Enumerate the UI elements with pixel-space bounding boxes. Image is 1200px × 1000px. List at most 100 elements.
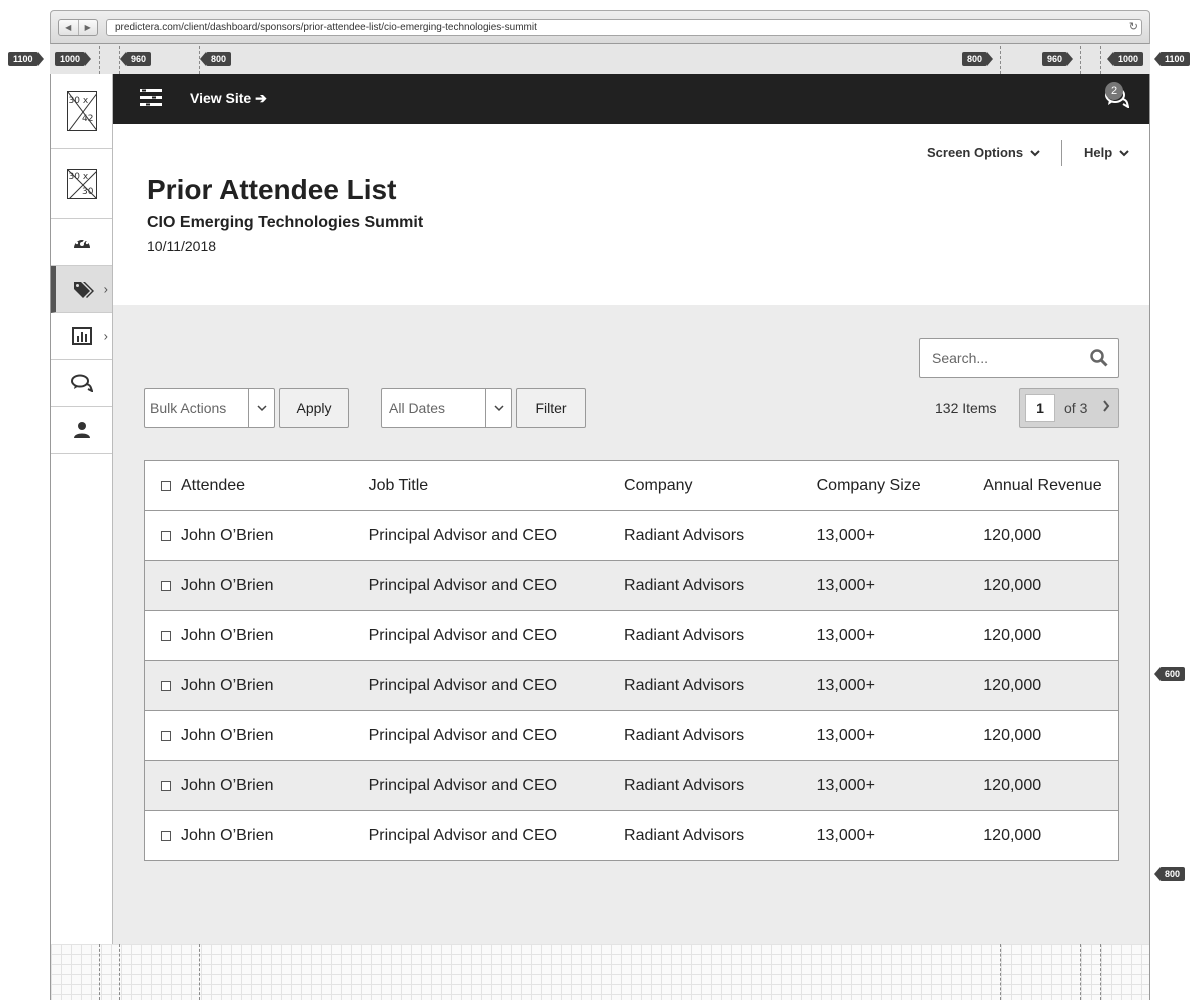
screen-options-dropdown[interactable]: Screen Options [927,145,1040,160]
attendee-name[interactable]: John O’Brien [181,827,274,845]
sidebar-secondary-logo[interactable]: 30 x 30 [51,149,112,219]
annual-revenue-cell: 120,000 [983,776,1042,794]
chevron-right-icon: › [103,328,108,344]
table-row: John O’Brien Principal Advisor and CEO R… [145,811,1118,860]
column-header-attendee[interactable]: Attendee [145,477,369,495]
attendee-name[interactable]: John O’Brien [181,677,274,695]
address-bar[interactable]: predictera.com/client/dashboard/sponsors… [106,19,1142,36]
search-field[interactable] [919,338,1119,378]
row-checkbox[interactable] [161,730,171,741]
breakpoint-tag: 800 [199,52,232,66]
sidebar: 30 x 42 30 x 30 › › [51,74,113,944]
column-header-company[interactable]: Company [624,477,817,495]
annual-revenue-cell: 120,000 [983,676,1042,694]
annual-revenue-cell: 120,000 [983,726,1042,744]
company-size-cell: 13,000+ [816,776,875,794]
breakpoint-line [119,46,120,74]
chevron-down-icon [1119,150,1129,157]
column-header-label: Attendee [181,476,246,494]
breakpoint-tag: 1000 [55,52,92,66]
reload-icon[interactable]: ↻ [1129,20,1138,35]
date-filter-value: All Dates [389,400,446,416]
help-dropdown[interactable]: Help [1084,145,1129,160]
chevron-down-icon [493,405,504,412]
attendee-cell: John O’Brien [145,827,369,845]
sidebar-item-profile[interactable] [51,407,112,454]
breakpoint-tag: 1000 [1106,52,1144,66]
view-site-link[interactable]: View Site ➔ [190,90,267,107]
attendee-name[interactable]: John O’Brien [181,627,274,645]
attendee-name[interactable]: John O’Brien [181,527,274,545]
select-all-checkbox[interactable] [161,480,171,491]
table-row: John O’Brien Principal Advisor and CEO R… [145,661,1118,711]
date-filter-select[interactable]: All Dates [381,388,512,428]
bar-chart-icon [71,327,92,345]
event-date: 10/11/2018 [147,238,217,254]
top-bar: View Site ➔ 2 [113,74,1149,124]
breakpoint-line [1000,944,1001,1000]
annual-revenue-cell: 120,000 [983,576,1042,594]
company-size-cell: 13,000+ [816,676,875,694]
row-checkbox[interactable] [161,530,171,541]
company-cell: Radiant Advisors [624,726,745,744]
table-header-row: Attendee Job Title Company Company Size … [145,461,1118,511]
attendee-table: Attendee Job Title Company Company Size … [144,460,1119,861]
dashboard-gauge-icon [73,236,90,248]
attendee-name[interactable]: John O’Brien [181,777,274,795]
app-window: 30 x 42 30 x 30 › › View Site ➔ 2 Screen… [50,74,1150,944]
row-checkbox[interactable] [161,780,171,791]
filter-button[interactable]: Filter [516,388,586,428]
event-name: CIO Emerging Technologies Summit [147,214,424,231]
sidebar-item-reports[interactable]: › [51,313,112,360]
search-icon[interactable] [1090,349,1108,367]
page-header: Screen Options Help Prior Attendee List … [113,124,1149,305]
company-size-cell: 13,000+ [816,526,875,544]
sidebar-logo[interactable]: 30 x 42 [51,74,112,149]
row-checkbox[interactable] [161,580,171,591]
back-button[interactable]: ◀ [59,20,79,35]
annual-revenue-cell: 120,000 [983,626,1042,644]
items-count: 132 Items [935,400,997,416]
attendee-name[interactable]: John O’Brien [181,577,274,595]
column-header-annual-revenue[interactable]: Annual Revenue [983,477,1118,495]
row-checkbox[interactable] [161,630,171,641]
attendee-cell: John O’Brien [145,777,369,795]
sidebar-item-messages[interactable] [51,360,112,407]
sidebar-item-dashboard[interactable] [51,219,112,266]
column-header-company-size[interactable]: Company Size [817,477,984,495]
attendee-cell: John O’Brien [145,527,369,545]
sidebar-item-sponsors[interactable]: › [51,266,112,313]
user-icon [73,422,90,438]
row-checkbox[interactable] [161,680,171,691]
breakpoint-line [1100,944,1101,1000]
breakpoint-line [119,944,120,1000]
tags-icon [74,282,94,298]
current-page-input[interactable]: 1 [1025,394,1055,422]
breakpoint-tag: 960 [1042,52,1074,66]
screen-options-label: Screen Options [927,145,1024,160]
company-cell: Radiant Advisors [624,776,745,794]
search-input[interactable] [930,349,1084,367]
breakpoint-line [1080,944,1081,1000]
table-row: John O’Brien Principal Advisor and CEO R… [145,711,1118,761]
next-page-icon[interactable] [1102,399,1110,413]
job-title-cell: Principal Advisor and CEO [368,576,558,594]
dropdown-toggle[interactable] [248,389,274,427]
page-title: Prior Attendee List [147,174,397,205]
row-checkbox[interactable] [161,830,171,841]
company-cell: Radiant Advisors [624,576,745,594]
column-header-job-title[interactable]: Job Title [369,477,624,495]
menu-toggle-icon[interactable] [140,88,162,108]
bulk-actions-select[interactable]: Bulk Actions [144,388,275,428]
annual-revenue-cell: 120,000 [983,526,1042,544]
forward-button[interactable]: ▶ [79,20,98,35]
attendee-name[interactable]: John O’Brien [181,727,274,745]
attendee-cell: John O’Brien [145,727,369,745]
breakpoint-line [1080,46,1081,74]
apply-button[interactable]: Apply [279,388,349,428]
dropdown-toggle[interactable] [485,389,511,427]
company-size-cell: 13,000+ [816,576,875,594]
breakpoint-line [199,46,200,74]
url-text: predictera.com/client/dashboard/sponsors… [115,22,537,33]
table-row: John O’Brien Principal Advisor and CEO R… [145,561,1118,611]
